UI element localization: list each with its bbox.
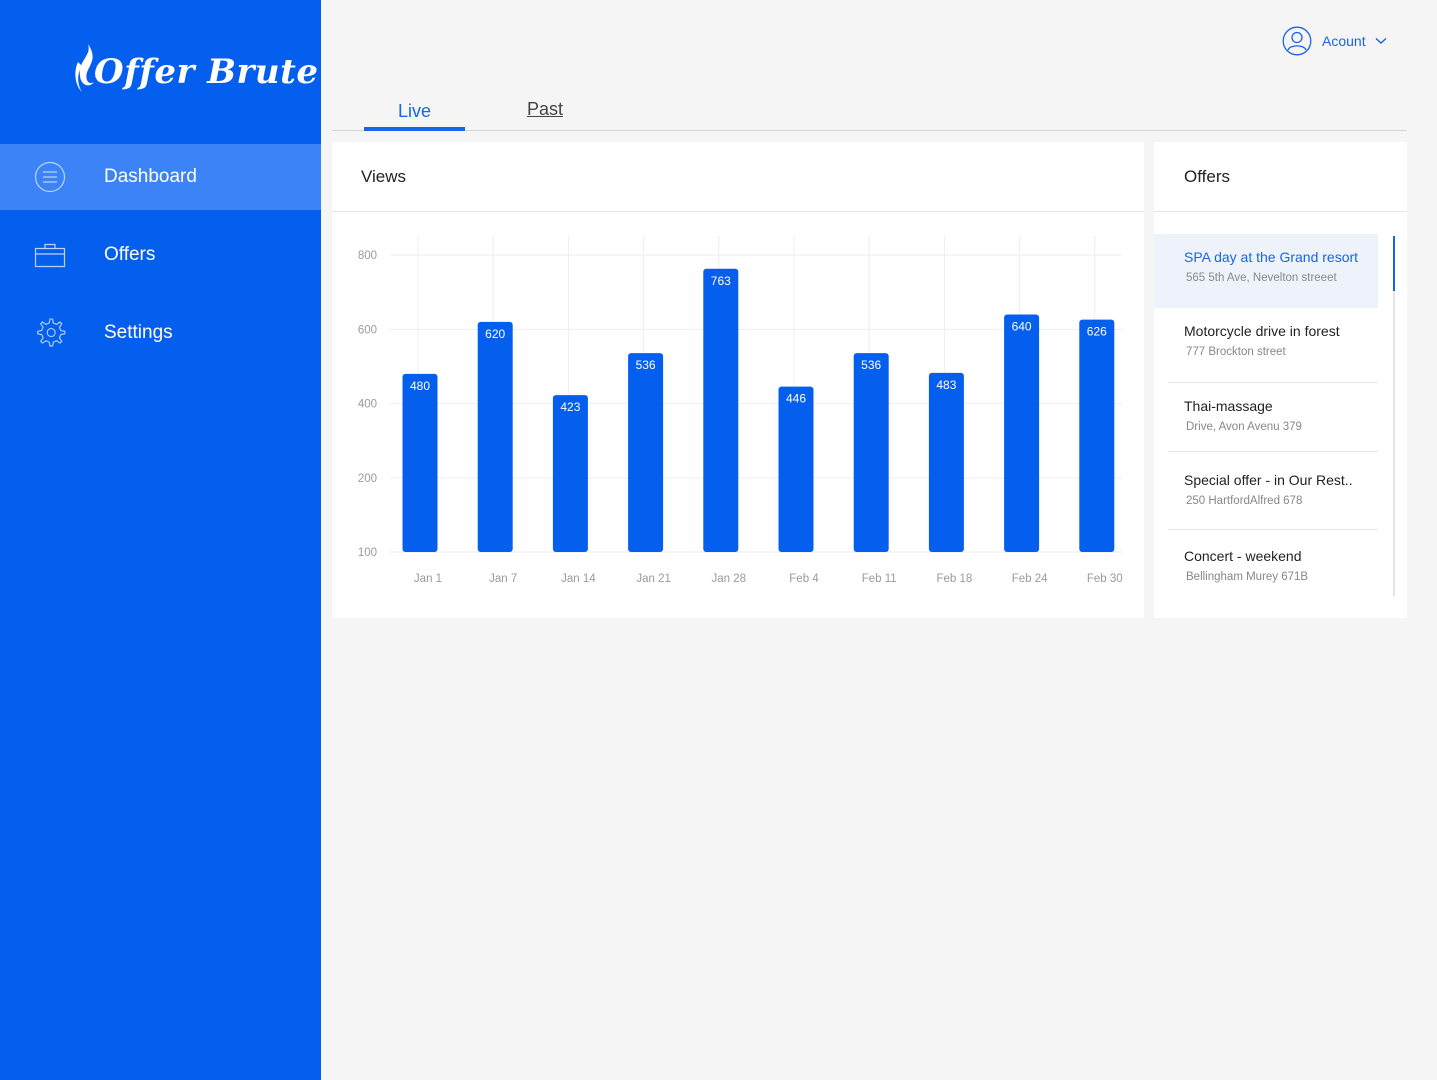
x-tick-label: Jan 7 <box>489 573 517 585</box>
briefcase-icon <box>34 243 66 268</box>
offer-title: Thai-massage <box>1184 398 1273 414</box>
offer-item-thai-massage[interactable]: Thai-massage Drive, Avon Avenu 379 <box>1154 383 1407 452</box>
offer-item-special-offer[interactable]: Special offer - in Our Rest.. 250 Hartfo… <box>1154 452 1407 530</box>
views-bar-chart: 800 600 400 200 100 480 Jan 1 620 Jan 7 423 Jan 14… <box>358 236 1123 585</box>
bar-value-label: 626 <box>1087 325 1107 339</box>
y-tick-label: 200 <box>358 473 377 485</box>
bar-value-label: 423 <box>560 400 580 414</box>
gear-icon <box>37 318 66 347</box>
offer-title: Special offer - in Our Rest.. <box>1184 472 1353 488</box>
user-avatar-icon <box>1282 26 1312 56</box>
x-tick-label: Jan 14 <box>561 573 596 585</box>
bar <box>853 353 889 552</box>
bar-value-label: 446 <box>786 392 806 406</box>
tab-live[interactable]: Live <box>364 90 465 131</box>
bar <box>1004 314 1040 552</box>
offer-address: Bellingham Murey 671B <box>1186 571 1309 583</box>
offer-item-spa[interactable]: SPA day at the Grand resort 565 5th Ave,… <box>1154 234 1378 308</box>
offer-item-motorcycle[interactable]: Motorcycle drive in forest 777 Brockton … <box>1154 308 1407 383</box>
offers-title: Offers <box>1154 142 1407 212</box>
menu-circle-icon <box>34 161 66 193</box>
bar-value-label: 536 <box>636 358 656 372</box>
bar-value-label: 480 <box>410 379 430 393</box>
offer-address: 777 Brockton street <box>1186 346 1286 358</box>
x-tick-label: Feb 11 <box>862 573 897 585</box>
bar-value-label: 763 <box>711 274 731 288</box>
bar-value-label: 640 <box>1012 319 1032 333</box>
bar <box>778 386 814 552</box>
bar <box>1079 319 1115 552</box>
bar <box>928 372 964 552</box>
sidebar-item-label: Offers <box>104 244 156 265</box>
sidebar-item-label: Settings <box>104 322 173 343</box>
brand-name: Offer Brute <box>94 52 319 92</box>
bar <box>628 353 664 552</box>
offer-address: Drive, Avon Avenu 379 <box>1186 421 1302 433</box>
x-tick-label: Jan 21 <box>636 573 671 585</box>
offer-title: Concert - weekend <box>1184 548 1302 564</box>
offer-title: Motorcycle drive in forest <box>1184 323 1340 339</box>
brand-logo[interactable]: Offer Brute <box>72 40 318 104</box>
account-menu[interactable]: Acount <box>1282 25 1388 57</box>
tab-past[interactable]: Past <box>515 90 575 131</box>
bar <box>703 268 739 552</box>
x-tick-label: Feb 18 <box>936 573 972 585</box>
offers-list: SPA day at the Grand resort 565 5th Ave,… <box>1154 234 1407 600</box>
sidebar-item-dashboard[interactable]: Dashboard <box>0 144 321 210</box>
offer-item-concert[interactable]: Concert - weekend Bellingham Murey 671B <box>1154 530 1407 600</box>
sidebar-item-settings[interactable]: Settings <box>0 300 321 366</box>
y-tick-label: 800 <box>358 250 377 262</box>
bar-value-label: 536 <box>861 358 881 372</box>
offers-scrollbar-thumb[interactable] <box>1393 236 1395 291</box>
sidebar-nav: Dashboard Offers Settings <box>0 144 321 378</box>
y-tick-label: 100 <box>358 547 377 559</box>
sidebar: Offer Brute Dashboard Offers Settings <box>0 0 321 1080</box>
bar <box>552 395 588 552</box>
account-label: Acount <box>1322 33 1366 49</box>
x-tick-label: Feb 4 <box>789 573 819 585</box>
y-tick-label: 600 <box>358 324 377 336</box>
views-card: Views 800 600 400 200 100 480 Jan 1 620 Jan 7 423… <box>332 142 1144 618</box>
x-tick-label: Jan 28 <box>712 573 747 585</box>
sidebar-item-label: Dashboard <box>104 166 197 187</box>
bar <box>477 321 513 552</box>
x-tick-label: Jan 1 <box>414 573 442 585</box>
x-tick-label: Feb 24 <box>1012 573 1048 585</box>
offer-address: 250 HartfordAlfred 678 <box>1186 495 1303 507</box>
bar-value-label: 620 <box>485 327 505 341</box>
bar <box>402 373 438 552</box>
offer-title: SPA day at the Grand resort <box>1184 249 1359 265</box>
x-tick-label: Feb 30 <box>1087 573 1123 585</box>
bar-value-label: 483 <box>936 378 956 392</box>
sidebar-item-offers[interactable]: Offers <box>0 222 321 288</box>
offers-card: Offers SPA day at the Grand resort 565 5… <box>1154 142 1407 618</box>
chevron-down-icon <box>1375 37 1387 44</box>
offer-address: 565 5th Ave, Nevelton streeet <box>1186 272 1337 284</box>
tab-bar: Live Past <box>332 90 1407 131</box>
y-tick-label: 400 <box>358 399 377 411</box>
